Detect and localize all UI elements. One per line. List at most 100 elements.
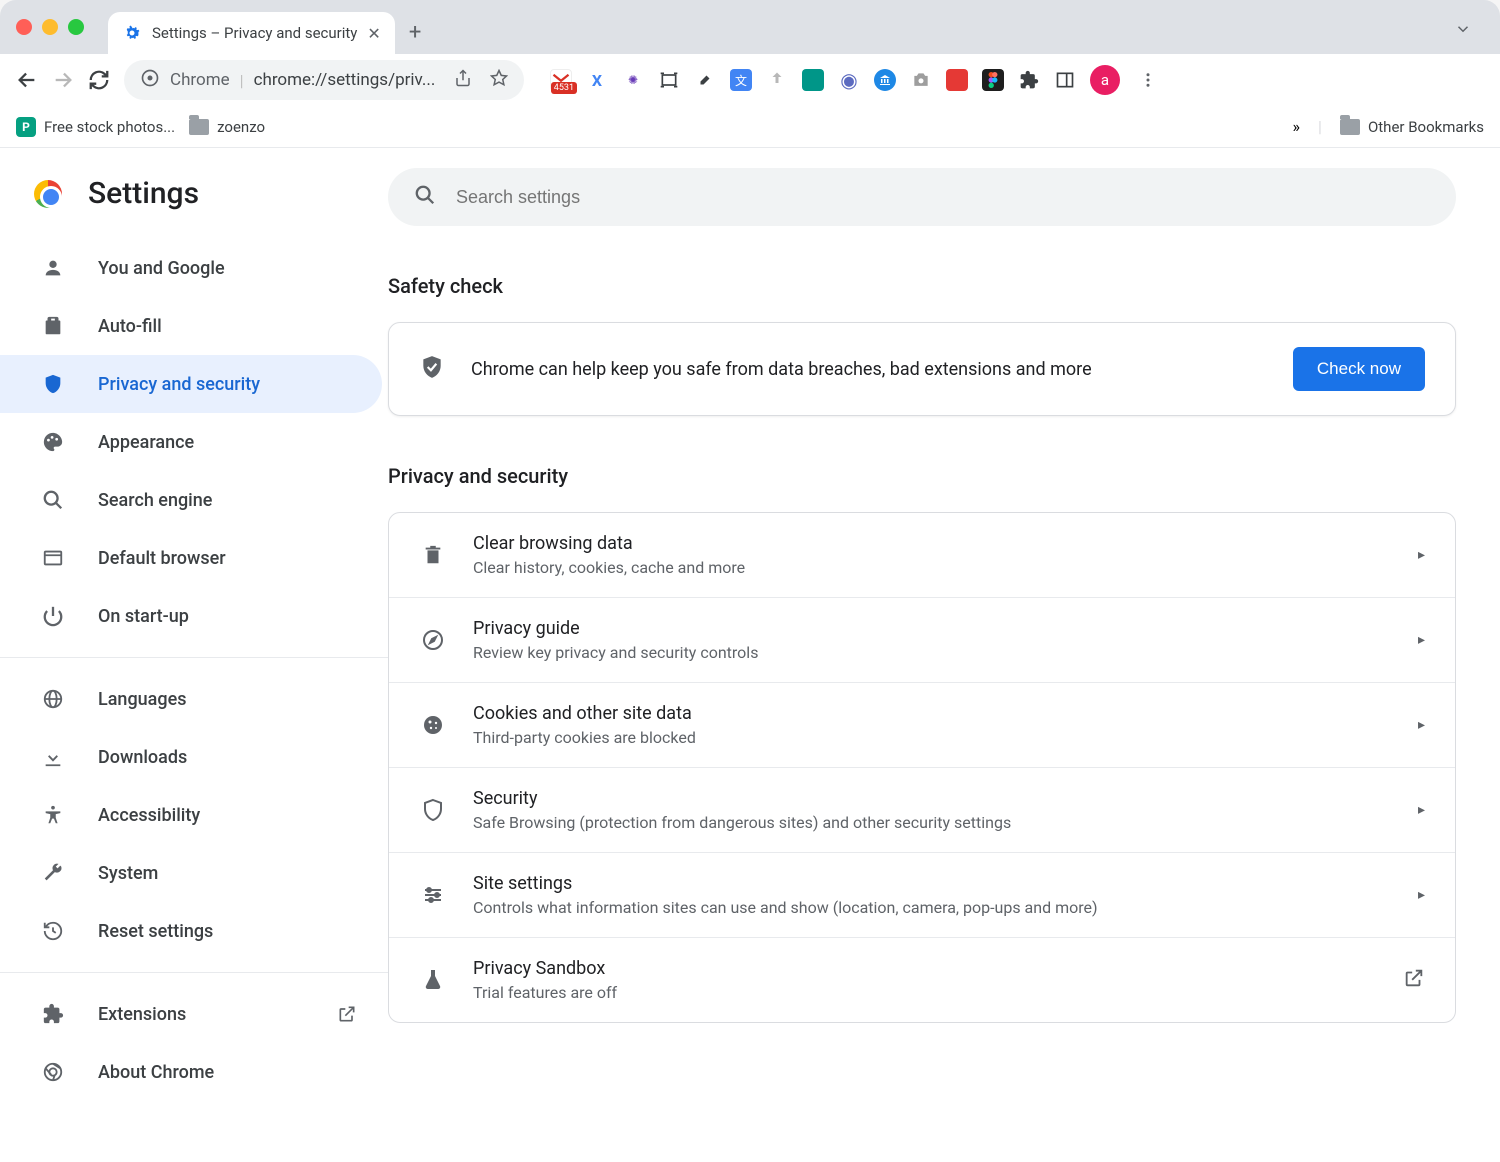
puzzle-icon xyxy=(40,1001,66,1027)
side-panel-icon[interactable] xyxy=(1054,69,1076,91)
bookmark-item-zoenzo[interactable]: zoenzo xyxy=(189,118,265,136)
row-privacy-guide[interactable]: Privacy guide Review key privacy and sec… xyxy=(389,598,1455,683)
ext-translate-icon[interactable]: 文 xyxy=(730,69,752,91)
close-tab-button[interactable]: ✕ xyxy=(367,24,380,43)
row-security[interactable]: Security Safe Browsing (protection from … xyxy=(389,768,1455,853)
sidebar-item-appearance[interactable]: Appearance xyxy=(0,413,382,471)
download-icon xyxy=(40,744,66,770)
ext-red-icon[interactable] xyxy=(946,69,968,91)
tab-overflow-button[interactable] xyxy=(1454,20,1484,42)
ext-burst-icon[interactable]: ✺ xyxy=(622,69,644,91)
close-window-button[interactable] xyxy=(16,19,32,35)
privacy-list: Clear browsing data Clear history, cooki… xyxy=(388,512,1456,1023)
ext-eyedropper-icon[interactable] xyxy=(694,69,716,91)
ext-gmail-icon[interactable]: 4531 xyxy=(550,69,572,91)
privacy-section-header: Privacy and security xyxy=(388,464,1456,488)
chevron-right-icon: ▸ xyxy=(1418,717,1425,733)
safety-check-text: Chrome can help keep you safe from data … xyxy=(471,359,1092,380)
ext-x-icon[interactable]: X xyxy=(586,69,608,91)
ext-teal-icon[interactable] xyxy=(802,69,824,91)
url-path: chrome://settings/priv... xyxy=(254,70,436,90)
sidebar-item-default-browser[interactable]: Default browser xyxy=(0,529,382,587)
ext-bank-icon[interactable] xyxy=(874,69,896,91)
search-icon xyxy=(414,184,436,210)
sidebar-item-extensions[interactable]: Extensions xyxy=(0,985,382,1043)
site-info-icon[interactable] xyxy=(140,68,160,92)
row-privacy-sandbox[interactable]: Privacy Sandbox Trial features are off xyxy=(389,938,1455,1022)
bookmark-star-icon[interactable] xyxy=(490,69,508,91)
safety-check-card: Chrome can help keep you safe from data … xyxy=(388,322,1456,416)
browser-chrome: Settings – Privacy and security ✕ + Chro… xyxy=(0,0,1500,148)
profile-avatar[interactable]: a xyxy=(1090,65,1120,95)
clipboard-icon xyxy=(40,313,66,339)
sidebar-item-system[interactable]: System xyxy=(0,844,382,902)
sidebar-item-reset[interactable]: Reset settings xyxy=(0,902,382,960)
accessibility-icon xyxy=(40,802,66,828)
launch-icon xyxy=(1403,967,1425,993)
extensions-puzzle-icon[interactable] xyxy=(1018,69,1040,91)
reload-button[interactable] xyxy=(88,69,110,91)
bookmarks-bar: P Free stock photos... zoenzo » | Other … xyxy=(0,106,1500,148)
ext-frame-icon[interactable] xyxy=(658,69,680,91)
browser-icon xyxy=(40,545,66,571)
restore-icon xyxy=(40,918,66,944)
ext-figma-icon[interactable] xyxy=(982,69,1004,91)
sidebar-item-search-engine[interactable]: Search engine xyxy=(0,471,382,529)
url-scheme: Chrome xyxy=(170,70,230,90)
browser-tab[interactable]: Settings – Privacy and security ✕ xyxy=(108,12,395,54)
sidebar-item-about[interactable]: About Chrome xyxy=(0,1043,382,1101)
sidebar-item-you-google[interactable]: You and Google xyxy=(0,239,382,297)
nav-group-1: You and Google Auto-fill Privacy and sec… xyxy=(0,239,388,658)
shield-outline-icon xyxy=(419,796,447,824)
safety-check-header: Safety check xyxy=(388,274,1456,298)
sidebar-item-accessibility[interactable]: Accessibility xyxy=(0,786,382,844)
sidebar-item-privacy[interactable]: Privacy and security xyxy=(0,355,382,413)
palette-icon xyxy=(40,429,66,455)
sidebar-item-languages[interactable]: Languages xyxy=(0,670,382,728)
shield-check-icon xyxy=(419,354,445,384)
settings-title: Settings xyxy=(88,176,199,211)
nav-group-3: Extensions About Chrome xyxy=(0,985,388,1101)
extensions-row: 4531 X ✺ 文 ◉ xyxy=(550,69,1076,91)
address-bar[interactable]: Chrome | chrome://settings/priv... xyxy=(124,60,524,100)
forward-button[interactable] xyxy=(52,69,74,91)
folder-icon xyxy=(1340,119,1360,135)
other-bookmarks-button[interactable]: Other Bookmarks xyxy=(1340,118,1484,136)
ext-similar-icon[interactable]: ◉ xyxy=(838,69,860,91)
back-button[interactable] xyxy=(16,69,38,91)
gmail-badge: 4531 xyxy=(551,82,577,94)
search-icon xyxy=(40,487,66,513)
ext-camera-icon[interactable] xyxy=(910,69,932,91)
nav-bar: Chrome | chrome://settings/priv... 4531 … xyxy=(0,54,1500,106)
settings-search[interactable] xyxy=(388,168,1456,226)
settings-page: Settings You and Google Auto-fill Privac… xyxy=(0,148,1500,1162)
sidebar-item-autofill[interactable]: Auto-fill xyxy=(0,297,382,355)
maximize-window-button[interactable] xyxy=(68,19,84,35)
person-icon xyxy=(40,255,66,281)
ext-upload-icon[interactable] xyxy=(766,69,788,91)
flask-icon xyxy=(419,966,447,994)
tab-title: Settings – Privacy and security xyxy=(152,24,357,42)
check-now-button[interactable]: Check now xyxy=(1293,347,1425,391)
nav-group-2: Languages Downloads Accessibility System… xyxy=(0,670,388,973)
globe-icon xyxy=(40,686,66,712)
tune-icon xyxy=(419,881,447,909)
share-icon[interactable] xyxy=(454,69,472,91)
gear-icon xyxy=(122,23,142,43)
sidebar-item-downloads[interactable]: Downloads xyxy=(0,728,382,786)
row-cookies[interactable]: Cookies and other site data Third-party … xyxy=(389,683,1455,768)
new-tab-button[interactable]: + xyxy=(409,20,421,45)
row-clear-browsing-data[interactable]: Clear browsing data Clear history, cooki… xyxy=(389,513,1455,598)
chevron-right-icon: ▸ xyxy=(1418,547,1425,563)
power-icon xyxy=(40,603,66,629)
minimize-window-button[interactable] xyxy=(42,19,58,35)
sidebar-item-on-startup[interactable]: On start-up xyxy=(0,587,382,645)
trash-icon xyxy=(419,541,447,569)
browser-menu-button[interactable] xyxy=(1134,66,1162,94)
bookmark-item-pexels[interactable]: P Free stock photos... xyxy=(16,117,175,137)
launch-icon xyxy=(334,1001,360,1027)
row-site-settings[interactable]: Site settings Controls what information … xyxy=(389,853,1455,938)
bookmarks-overflow-button[interactable]: » xyxy=(1293,117,1301,136)
wrench-icon xyxy=(40,860,66,886)
search-input[interactable] xyxy=(456,187,1430,208)
